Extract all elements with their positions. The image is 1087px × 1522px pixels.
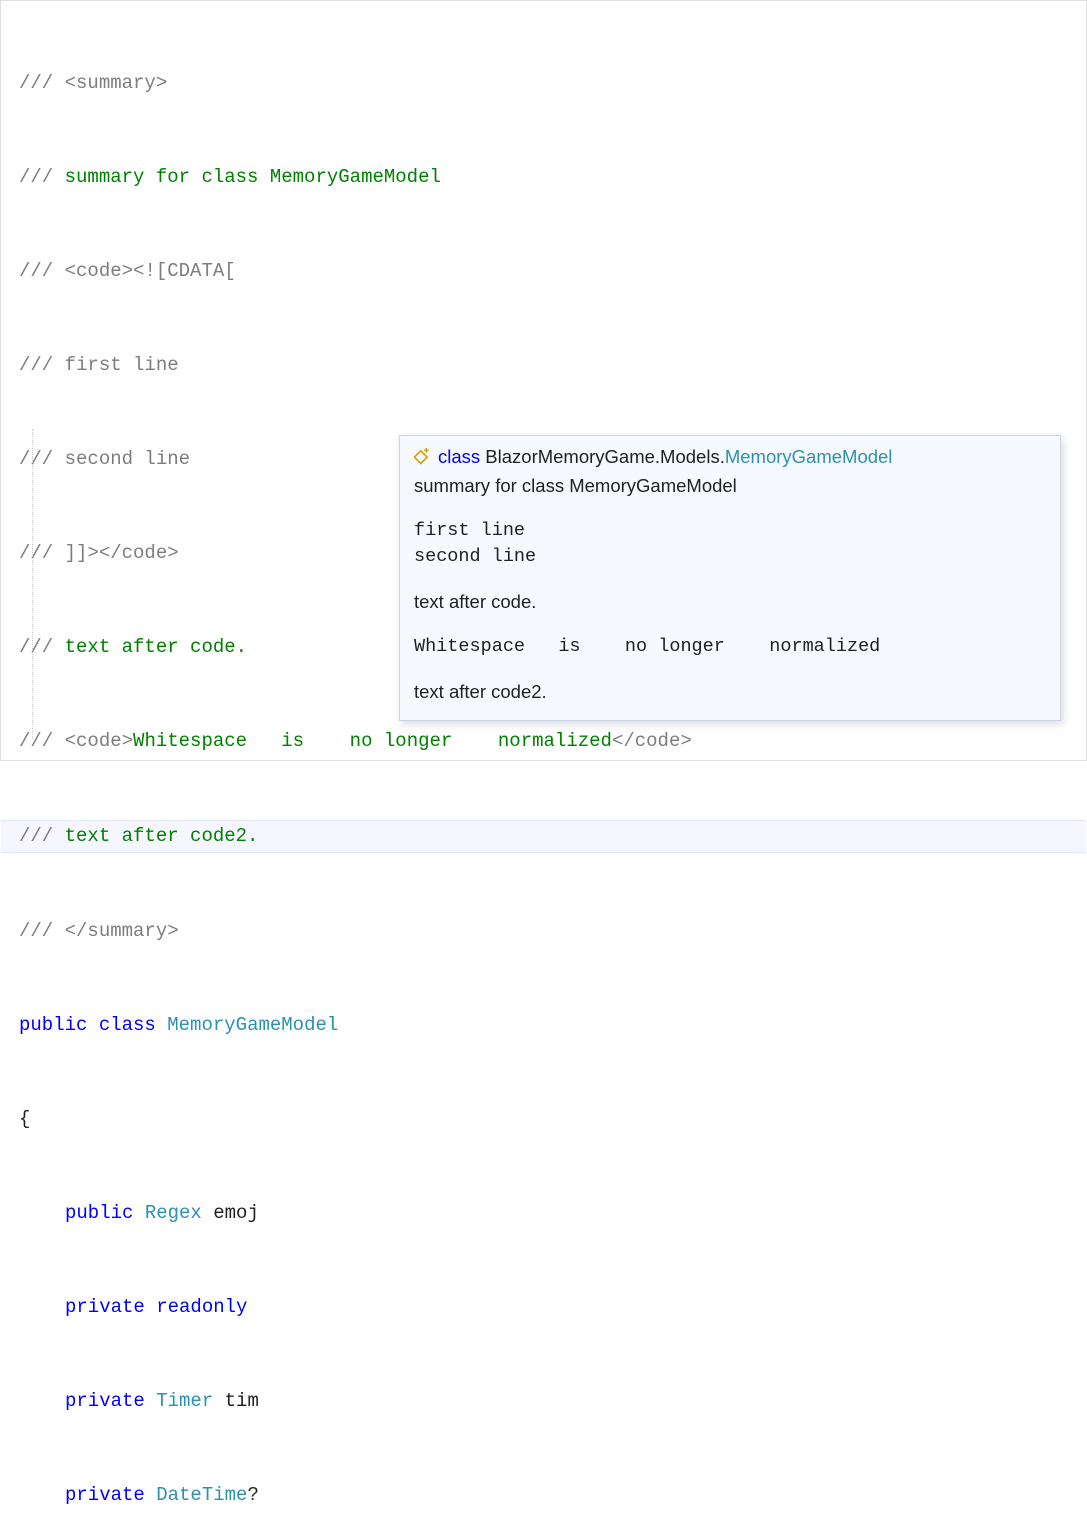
code-line[interactable]: private readonly [1, 1292, 1086, 1323]
doc-comment-marker: /// [19, 825, 53, 847]
keyword-class: class [87, 1014, 167, 1036]
cdata-text: second line [53, 448, 190, 470]
tooltip-text: text after code. [414, 589, 1046, 616]
tooltip-code-whitespace: Whitespace is no longer normalized [414, 634, 1046, 661]
code-editor[interactable]: /// <summary> /// summary for class Memo… [1, 1, 1086, 1522]
code-line[interactable]: private Timer tim [1, 1386, 1086, 1417]
xml-tag-code-close: </code> [612, 730, 692, 752]
doc-comment-marker: /// [19, 260, 53, 282]
doc-comment-marker: /// [19, 166, 53, 188]
doc-comment-marker: /// [19, 730, 53, 752]
tooltip-keyword: class [438, 446, 480, 467]
doc-comment-marker: /// [19, 72, 53, 94]
cdata-text: first line [53, 354, 178, 376]
doc-comment-marker: /// [19, 920, 53, 942]
identifier: tim [213, 1390, 259, 1412]
identifier: emoj [202, 1202, 259, 1224]
cdata-open: <![CDATA[ [133, 260, 236, 282]
keyword: private [65, 1484, 156, 1506]
code-line[interactable]: /// <summary> [1, 68, 1086, 99]
doc-comment-marker: /// [19, 354, 53, 376]
xml-tag-code-open: <code> [53, 730, 133, 752]
xml-tag-summary-close: </summary> [53, 920, 178, 942]
xml-tag-code-open: <code> [53, 260, 133, 282]
code-line[interactable]: private DateTime? [1, 1480, 1086, 1511]
doc-comment-marker: /// [19, 448, 53, 470]
cdata-close: ]]> [53, 542, 99, 564]
type-name: Timer [156, 1390, 213, 1412]
tooltip-code-block: first line second line [414, 518, 1046, 572]
xml-tag-summary-open: <summary> [53, 72, 167, 94]
code-line[interactable]: /// <code>Whitespace is no longer normal… [1, 726, 1086, 757]
type-name: Regex [145, 1202, 202, 1224]
code-whitespace-text: Whitespace is no longer normalized [133, 730, 612, 752]
nullable-marker: ? [247, 1484, 258, 1506]
class-icon [414, 446, 432, 464]
keyword: readonly [145, 1296, 259, 1318]
tooltip-summary: summary for class MemoryGameModel [414, 473, 1046, 500]
tooltip-namespace: BlazorMemoryGame.Models. [485, 446, 725, 467]
doc-comment-marker: /// [19, 542, 53, 564]
class-name: MemoryGameModel [167, 1014, 338, 1036]
keyword: private [65, 1390, 156, 1412]
code-line[interactable]: public Regex emoj [1, 1198, 1086, 1229]
doc-text: summary for class MemoryGameModel [53, 166, 441, 188]
keyword: public [65, 1202, 145, 1224]
code-line[interactable]: /// summary for class MemoryGameModel [1, 162, 1086, 193]
quickinfo-tooltip: class BlazorMemoryGame.Models.MemoryGame… [399, 435, 1061, 721]
keyword: private [65, 1296, 145, 1318]
code-line[interactable]: public class MemoryGameModel [1, 1010, 1086, 1041]
code-line[interactable]: { [1, 1104, 1086, 1135]
doc-text: text after code2. [53, 825, 258, 847]
indent-guide [32, 429, 33, 739]
open-brace: { [19, 1108, 30, 1130]
doc-comment-marker: /// [19, 636, 53, 658]
tooltip-header: class BlazorMemoryGame.Models.MemoryGame… [414, 444, 1046, 471]
code-line-current[interactable]: /// text after code2. [1, 820, 1086, 853]
code-line[interactable]: /// <code><![CDATA[ [1, 256, 1086, 287]
type-name: DateTime [156, 1484, 247, 1506]
xml-tag-code-close: </code> [99, 542, 179, 564]
code-line[interactable]: /// first line [1, 350, 1086, 381]
keyword-public: public [19, 1014, 87, 1036]
tooltip-text: text after code2. [414, 679, 1046, 706]
code-line[interactable]: /// </summary> [1, 916, 1086, 947]
doc-text: text after code. [53, 636, 247, 658]
tooltip-classname: MemoryGameModel [725, 446, 893, 467]
